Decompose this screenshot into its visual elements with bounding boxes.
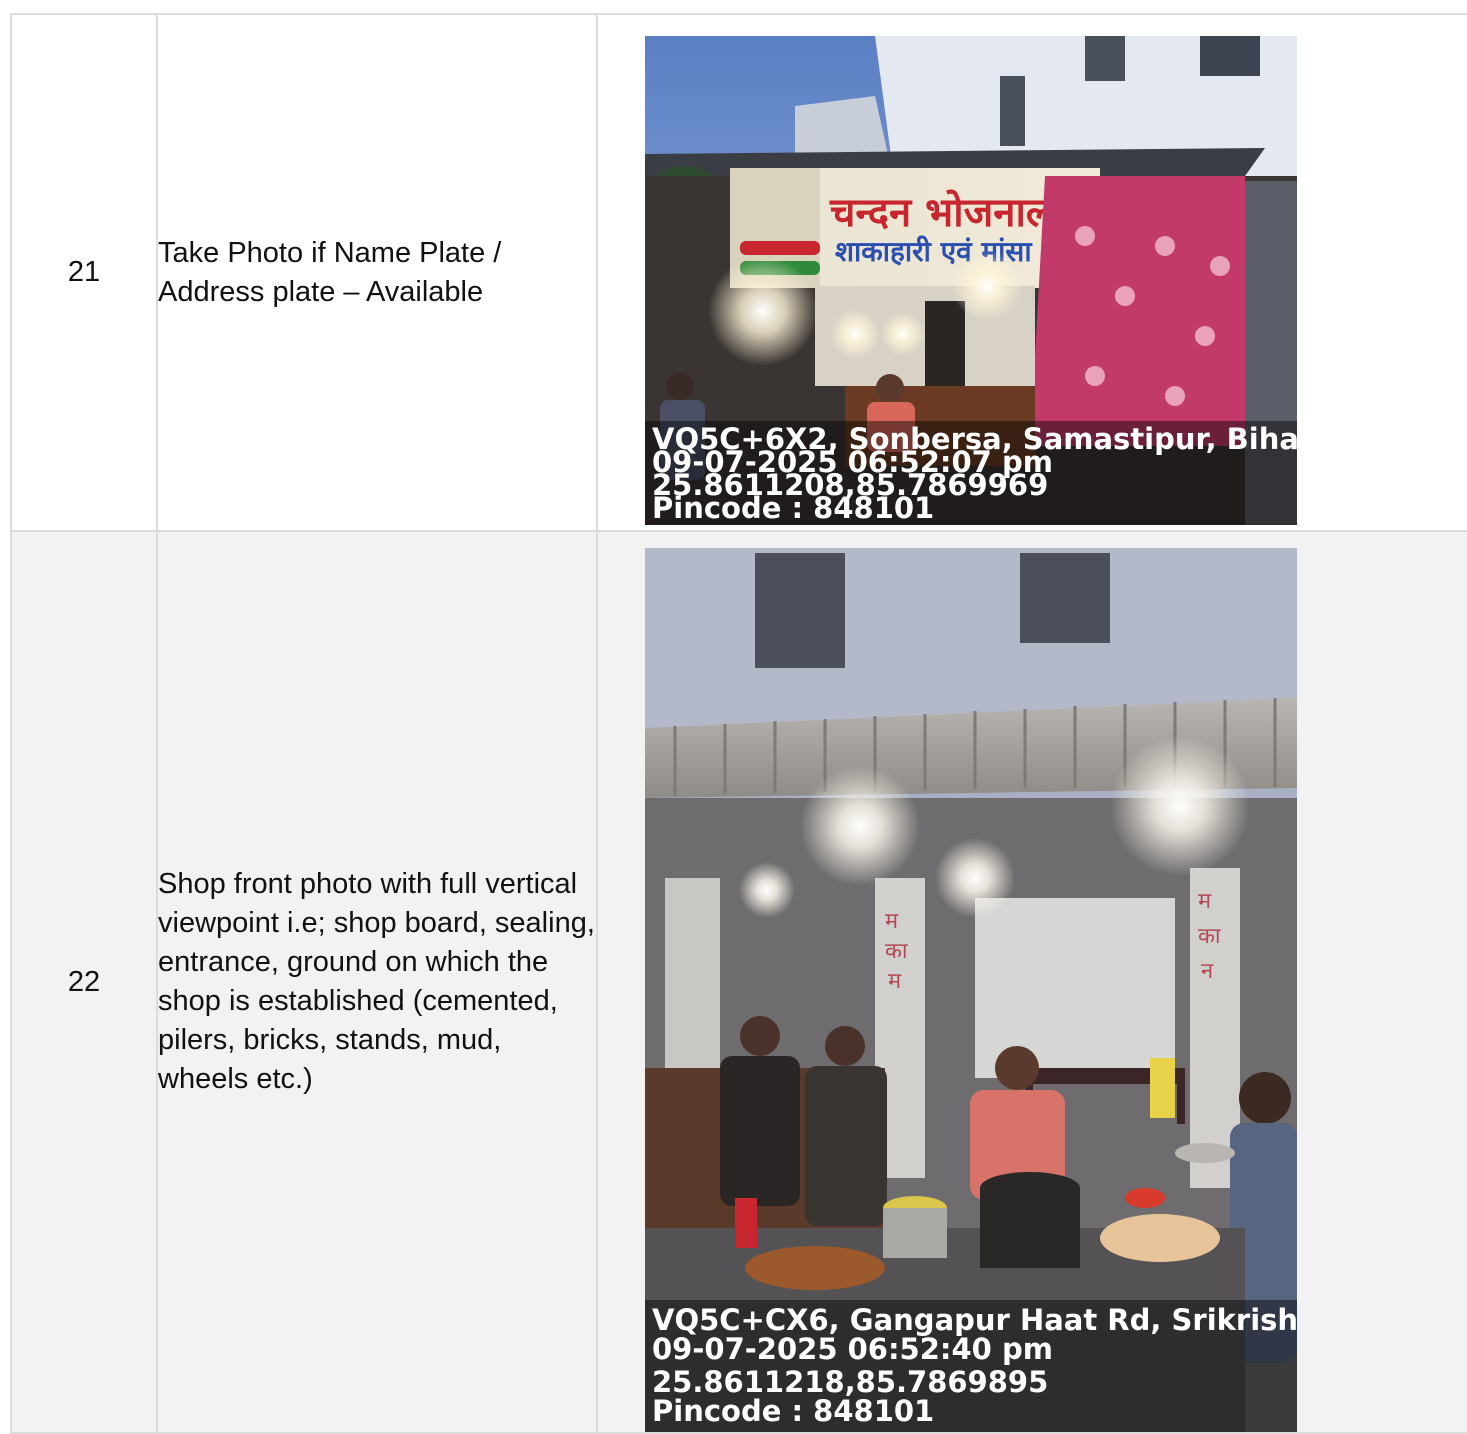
table-row: 21 Take Photo if Name Plate / Address pl… (10, 13, 1467, 532)
table-row: 22 Shop front photo with full vertical v… (10, 530, 1467, 1434)
geotag-stamp: VQ5C+CX6, Gangapur Haat Rd, Srikrishnapu… (645, 1300, 1297, 1432)
survey-table: 21 Take Photo if Name Plate / Address pl… (10, 13, 1467, 1434)
svg-text:का: का (1198, 924, 1221, 949)
svg-text:म: म (888, 969, 902, 994)
row-number: 21 (10, 13, 158, 532)
svg-text:न: न (1201, 959, 1214, 984)
row-description: Shop front photo with full vertical view… (156, 530, 598, 1434)
stamp-datetime: 09-07-2025 06:52:40 pm (652, 1332, 1053, 1366)
svg-text:म: म (885, 909, 899, 934)
stamp-address: VQ5C+CX6, Gangapur Haat Rd, Srikrishnapu (652, 1303, 1297, 1337)
document-page: 21 Take Photo if Name Plate / Address pl… (0, 0, 1467, 1434)
shop-front-photo[interactable]: म का म म का न VQ5C+CX6, Gangapur Haat Rd, Sr… (645, 548, 1297, 1432)
row-description: Take Photo if Name Plate / Address plate… (156, 13, 598, 532)
name-plate-photo[interactable]: चन्दन भोजनाल शाकाहारी एवं मांसा VQ5C+6X2… (645, 36, 1297, 525)
row-number: 22 (10, 530, 158, 1434)
svg-text:म: म (1198, 889, 1212, 914)
geotag-stamp: VQ5C+6X2, Sonbersa, Samastipur, Bihar 84… (645, 421, 1297, 525)
photo-cell: चन्दन भोजनाल शाकाहारी एवं मांसा VQ5C+6X2… (596, 13, 1467, 532)
svg-text:का: का (885, 939, 908, 964)
sign-text-primary: चन्दन भोजनाल (829, 189, 1055, 236)
stamp-coordinates: 25.8611218,85.7869895 (652, 1365, 1049, 1399)
photo-cell: म का म म का न VQ5C+CX6, Gangapur Haat Rd, Sr… (596, 530, 1467, 1434)
stamp-pincode: Pincode : 848101 (652, 1394, 935, 1428)
